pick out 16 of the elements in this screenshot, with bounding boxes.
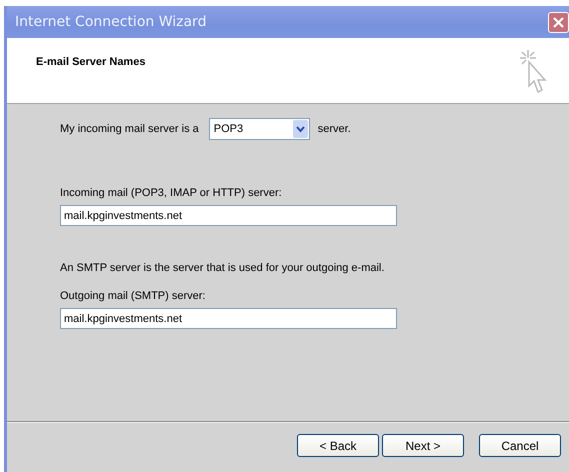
cursor-sparkle-icon	[517, 48, 549, 96]
smtp-note: An SMTP server is the server that is used for your outgoing e-mail.	[60, 261, 384, 275]
server-type-label: My incoming mail server is a	[60, 122, 199, 136]
nav-button[interactable]: Next >	[382, 434, 464, 457]
page-heading: E-mail Server Names	[36, 56, 146, 68]
window-title: Internet Connection Wizard	[15, 14, 206, 30]
close-button[interactable]	[548, 12, 569, 32]
outgoing-server-label: Outgoing mail (SMTP) server:	[60, 289, 206, 303]
server-type-dropdown[interactable]: POP3	[208, 118, 310, 140]
cancel-button[interactable]: Cancel	[479, 434, 561, 457]
close-icon	[552, 16, 565, 28]
nav-button[interactable]: < Back	[297, 434, 379, 457]
outgoing-server-field[interactable]: mail.kpginvestments.net	[60, 308, 397, 329]
incoming-server-label: Incoming mail (POP3, IMAP or HTTP) server:	[60, 186, 282, 200]
server-suffix-label: server.	[318, 122, 351, 136]
incoming-server-field[interactable]: mail.kpginvestments.net	[60, 205, 397, 226]
